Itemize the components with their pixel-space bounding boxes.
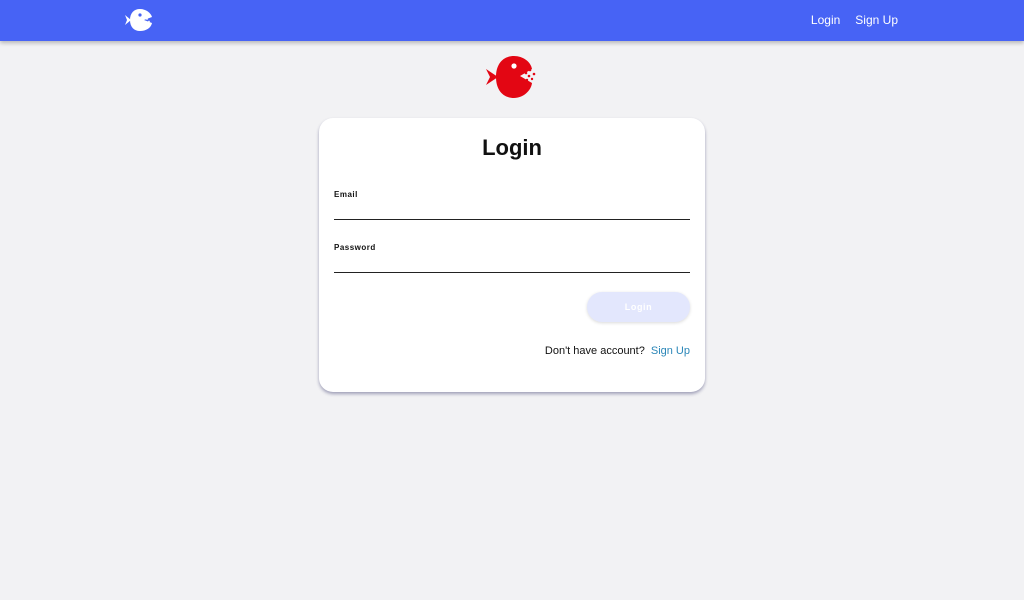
nav-links: Login Sign Up bbox=[811, 13, 898, 27]
signup-row: Don't have account? Sign Up bbox=[545, 345, 690, 357]
login-button[interactable]: Login bbox=[587, 292, 690, 322]
password-field-group: Password bbox=[334, 243, 690, 273]
signup-prompt: Don't have account? bbox=[544, 345, 645, 357]
password-input[interactable] bbox=[334, 253, 690, 273]
email-input[interactable] bbox=[334, 200, 690, 220]
fish-logo-icon[interactable] bbox=[124, 7, 154, 33]
email-label: Email bbox=[334, 190, 358, 199]
login-card: Login Email Password Login Don't have ac… bbox=[319, 118, 705, 392]
nav-login-link[interactable]: Login bbox=[811, 13, 840, 27]
page-title: Login bbox=[482, 135, 542, 160]
nav-signup-link[interactable]: Sign Up bbox=[855, 13, 898, 27]
fish-logo-icon bbox=[486, 56, 536, 98]
password-label: Password bbox=[334, 243, 376, 252]
email-field-group: Email bbox=[334, 190, 690, 220]
top-navbar: Login Sign Up bbox=[0, 0, 1024, 41]
signup-link[interactable]: Sign Up bbox=[651, 345, 690, 357]
